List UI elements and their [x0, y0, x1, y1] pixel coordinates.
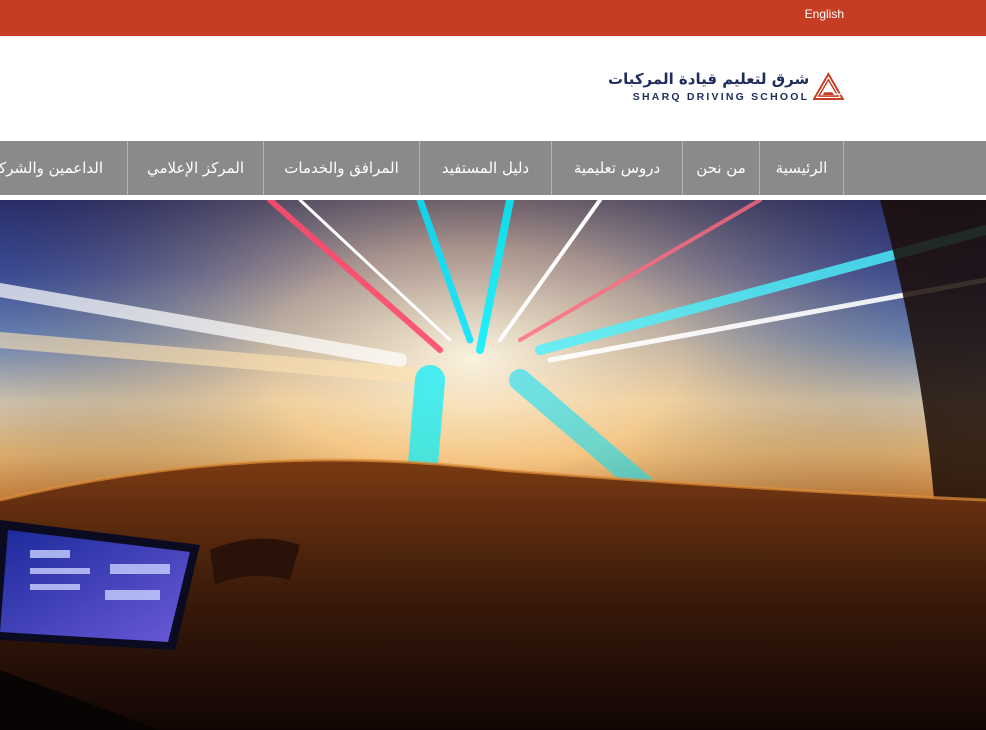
logo-text: شرق لتعليم قيادة المركبات SHARQ DRIVING …: [608, 69, 809, 105]
site-header: شرق لتعليم قيادة المركبات SHARQ DRIVING …: [0, 36, 986, 141]
logo-triangle-icon: [813, 72, 844, 100]
nav-list: الرئيسية من نحن دروس تعليمية دليل المستف…: [0, 141, 844, 195]
nav-item-lessons[interactable]: دروس تعليمية: [551, 141, 682, 195]
top-bar: English: [0, 0, 986, 36]
nav-item-beneficiary-guide[interactable]: دليل المستفيد: [419, 141, 551, 195]
site-logo[interactable]: شرق لتعليم قيادة المركبات SHARQ DRIVING …: [608, 58, 844, 116]
main-navigation: الرئيسية من نحن دروس تعليمية دليل المستف…: [0, 141, 986, 195]
nav-item-about[interactable]: من نحن: [682, 141, 759, 195]
logo-arabic-name: شرق لتعليم قيادة المركبات: [608, 70, 810, 88]
language-switch-link[interactable]: English: [805, 7, 844, 21]
hero-illustration: [0, 200, 986, 730]
hero-banner-image: [0, 200, 986, 730]
nav-item-home[interactable]: الرئيسية: [759, 141, 843, 195]
nav-item-facilities-services[interactable]: المرافق والخدمات: [263, 141, 419, 195]
logo-english-name: SHARQ DRIVING SCHOOL: [632, 91, 810, 103]
nav-item-partners[interactable]: الداعمين والشركاء: [0, 141, 127, 195]
nav-item-media-center[interactable]: المركز الإعلامي: [127, 141, 263, 195]
